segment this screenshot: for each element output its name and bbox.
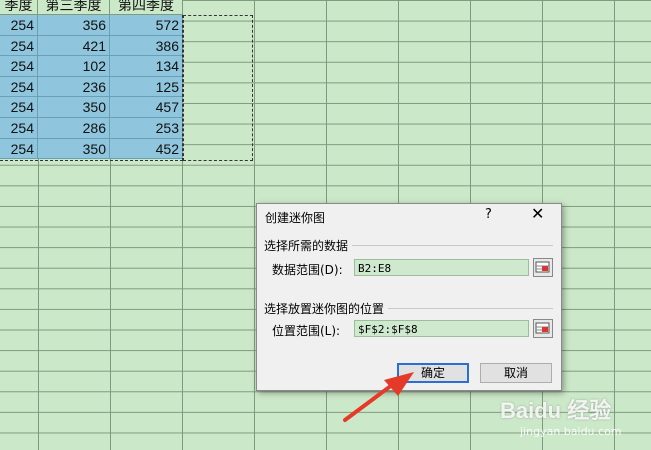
- location-marquee: [183, 15, 253, 161]
- range-picker-icon: [535, 322, 550, 334]
- create-sparklines-dialog: 创建迷你图 ? ✕ 选择所需的数据 数据范围(D): B2:E8 选择放置迷你图…: [256, 203, 562, 391]
- data-group-label: 选择所需的数据: [264, 237, 353, 254]
- data-range-picker-button[interactable]: [533, 258, 553, 277]
- location-range-picker-button[interactable]: [533, 319, 553, 338]
- dialog-title: 创建迷你图: [265, 211, 326, 225]
- data-range-input[interactable]: B2:E8: [354, 259, 529, 276]
- watermark-url: jingyan.baidu.com: [520, 425, 622, 438]
- baidu-watermark: Baidu 经验: [500, 398, 612, 423]
- cancel-button[interactable]: 取消: [480, 363, 552, 383]
- selection-border: [0, 15, 183, 161]
- range-picker-icon: [535, 261, 550, 273]
- data-group-separator: [327, 245, 553, 246]
- help-button[interactable]: ?: [485, 207, 492, 222]
- header-cell-q4[interactable]: 第四季度: [110, 0, 183, 15]
- header-cell-q3[interactable]: 第三季度: [38, 0, 110, 15]
- location-group-separator: [387, 308, 553, 309]
- location-range-input[interactable]: $F$2:$F$8: [354, 320, 529, 337]
- location-range-label: 位置范围(L):: [272, 324, 341, 338]
- annotation-arrow-icon: [343, 372, 414, 422]
- header-cell-season[interactable]: 季度: [0, 0, 38, 15]
- data-range-label: 数据范围(D):: [272, 263, 343, 277]
- location-group-label: 选择放置迷你图的位置: [264, 300, 389, 317]
- close-icon[interactable]: ✕: [531, 204, 544, 223]
